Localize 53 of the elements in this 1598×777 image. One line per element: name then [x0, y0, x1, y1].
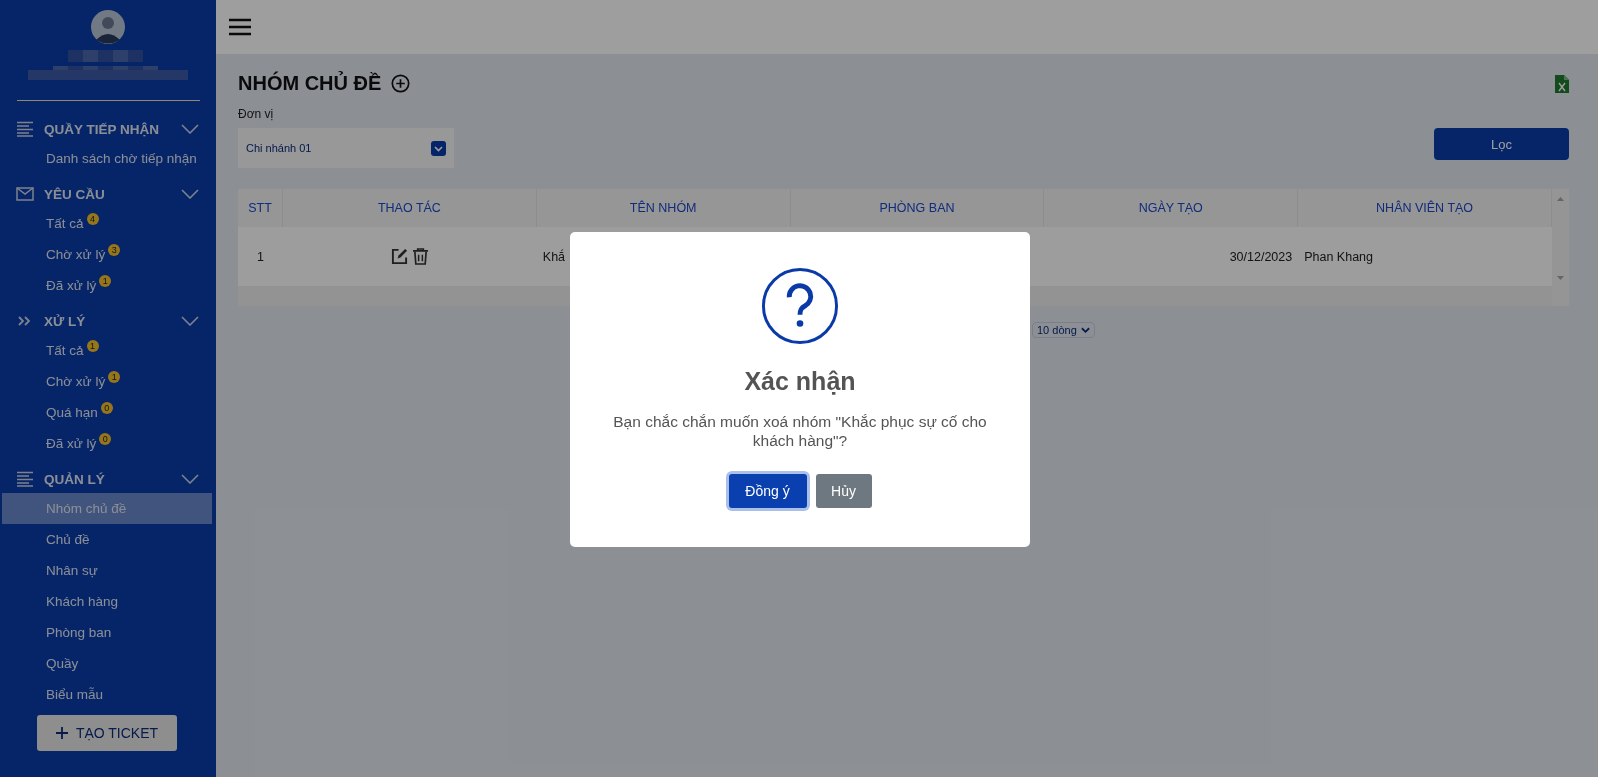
menu-item[interactable]: Tất cả 1 — [2, 335, 212, 366]
list-icon — [16, 471, 34, 487]
dialog-message: Bạn chắc chắn muốn xoá nhóm "Khắc phục sự cố cho khách hàng"? — [612, 412, 988, 451]
unit-select[interactable]: Chi nhánh 01 — [238, 128, 454, 168]
menu-item[interactable]: Phòng ban — [2, 617, 212, 648]
count-badge: 0 — [100, 401, 113, 414]
count-badge: 1 — [108, 370, 121, 383]
menu-item[interactable]: Quầy — [2, 648, 212, 679]
menu-section-header[interactable]: QUẢN LÝ — [0, 465, 216, 493]
menu-item[interactable]: Nhân sự — [2, 555, 212, 586]
page-title: NHÓM CHỦ ĐỀ — [238, 72, 382, 95]
menu-item[interactable]: Khách hàng — [2, 586, 212, 617]
page-size-select[interactable]: 10 dòng — [1032, 322, 1095, 338]
list-icon — [16, 121, 34, 137]
edit-icon[interactable] — [391, 248, 409, 265]
menu-section-header[interactable]: QUẦY TIẾP NHẬN — [0, 115, 216, 143]
menu-item[interactable]: Chủ đề — [2, 524, 212, 555]
table-cell-text: Khắ — [541, 248, 567, 266]
confirm-button[interactable]: Đồng ý — [728, 473, 807, 508]
excel-file-icon[interactable] — [1555, 74, 1569, 93]
menu-item[interactable]: Chờ xử lý 1 — [2, 366, 212, 397]
menu-item[interactable]: Biểu mẫu — [2, 679, 212, 709]
avatar-icon — [91, 10, 125, 44]
menu-item[interactable]: Nhóm chủ đề — [2, 493, 212, 524]
add-circle-icon[interactable] — [391, 74, 411, 93]
menu-item[interactable]: Quá hạn 0 — [2, 397, 212, 428]
create-ticket-button[interactable]: TẠO TICKET — [37, 715, 177, 751]
dialog-title: Xác nhận — [744, 367, 856, 396]
trash-icon[interactable] — [413, 248, 429, 265]
menu-item[interactable]: Danh sách chờ tiếp nhận — [2, 143, 212, 174]
count-badge: 3 — [108, 243, 121, 256]
table-cell-text: 1 — [256, 248, 265, 266]
count-badge: 0 — [99, 432, 112, 445]
table-cell-text: Phan Khang — [1303, 248, 1374, 266]
plus-icon — [55, 727, 68, 739]
menu-item[interactable]: Chờ xử lý 3 — [2, 239, 212, 270]
menu-item[interactable]: Đã xử lý 1 — [2, 270, 212, 301]
menu-item[interactable]: Đã xử lý 0 — [2, 428, 212, 459]
mail-icon — [16, 187, 34, 201]
menu-section-header[interactable]: XỬ LÝ — [0, 307, 216, 335]
filter-button[interactable]: Lọc — [1434, 128, 1569, 160]
field-label: Đơn vị — [238, 107, 275, 121]
menu-section-header[interactable]: YÊU CẦU — [0, 180, 216, 208]
question-icon — [761, 267, 839, 345]
menu-icon[interactable] — [229, 18, 251, 36]
chevron-down-icon — [1080, 326, 1090, 334]
cancel-button[interactable]: Hủy — [815, 473, 872, 508]
count-badge: 1 — [99, 274, 112, 287]
table-cell-text: 30/12/2023 — [1228, 248, 1294, 266]
count-badge: 4 — [86, 212, 99, 225]
count-badge: 1 — [86, 339, 99, 352]
menu-item[interactable]: Tất cả 4 — [2, 208, 212, 239]
dropdown-icon — [431, 140, 446, 156]
